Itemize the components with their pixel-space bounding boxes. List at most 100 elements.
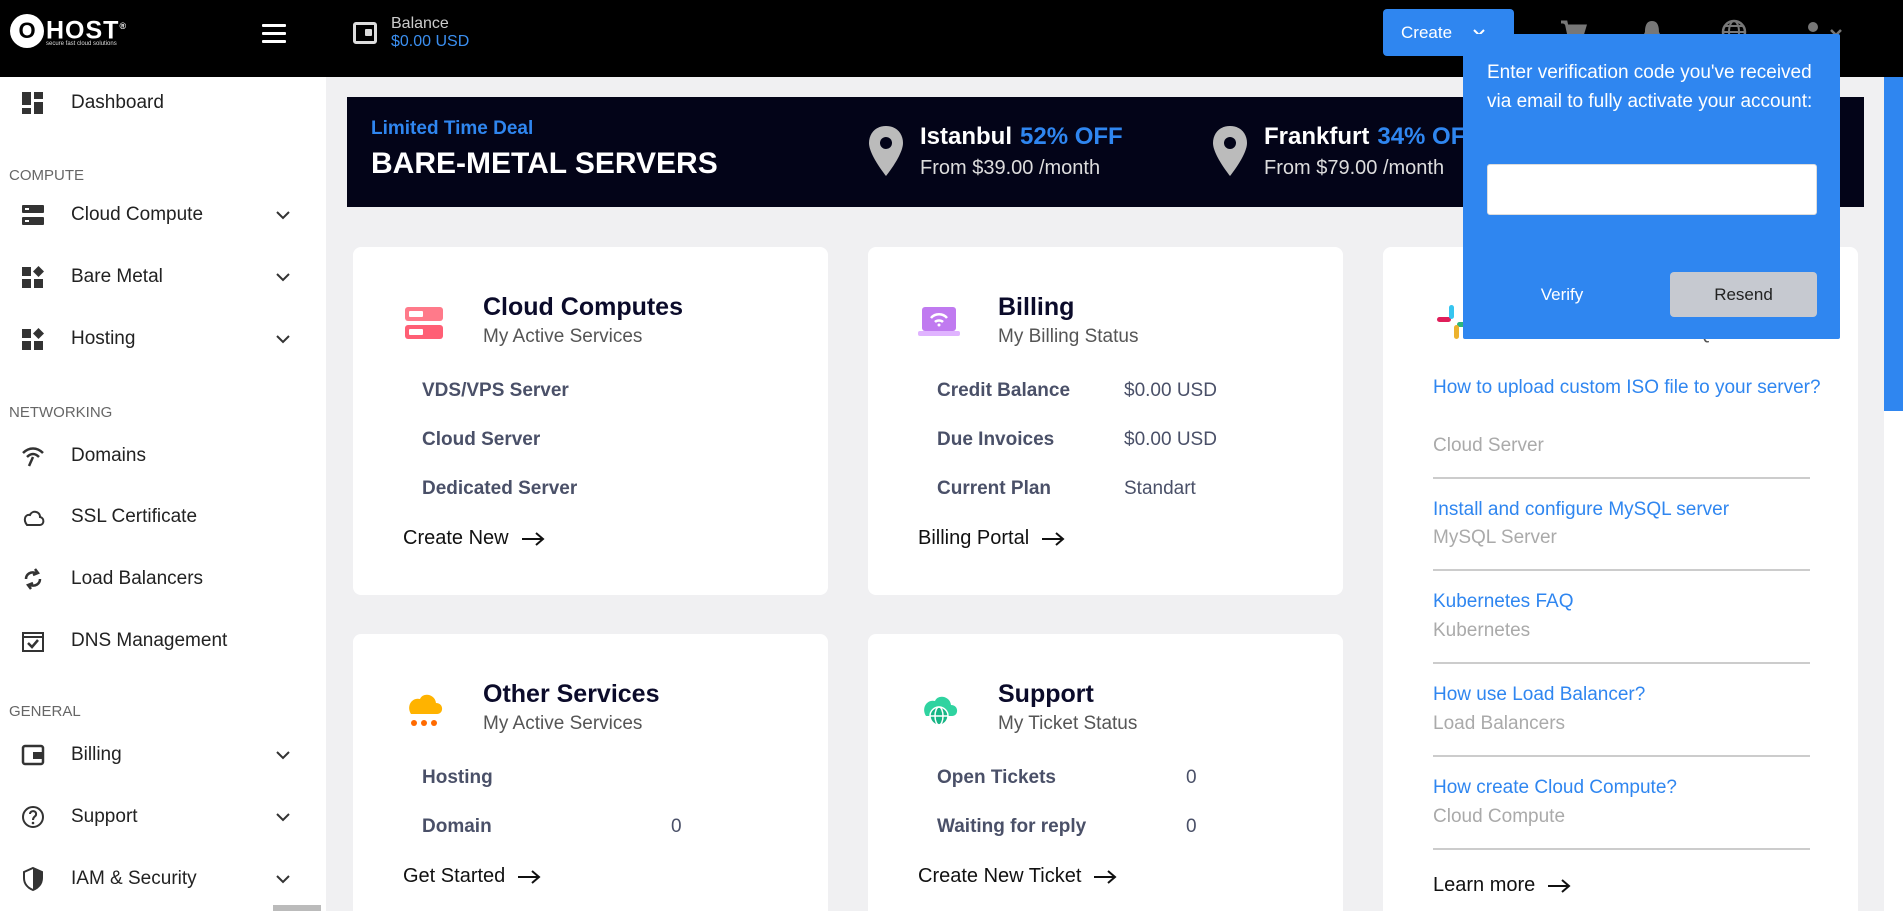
logo-mark: O <box>10 14 44 48</box>
wifi-tethering-icon <box>22 447 44 467</box>
checkbox-calendar-icon <box>22 632 44 652</box>
sync-icon <box>24 568 42 590</box>
sidebar-section-general: GENERAL <box>9 703 81 720</box>
billing-portal-link[interactable]: Billing Portal <box>918 527 1065 550</box>
logo-reg: ® <box>119 20 128 31</box>
card-subtitle: My Billing Status <box>998 326 1139 347</box>
server-stack-icon <box>405 307 443 339</box>
learn-more-link[interactable]: Learn more <box>1433 874 1571 897</box>
chevron-down-icon <box>276 813 290 822</box>
sidebar-label-support: Support <box>71 806 138 827</box>
arrow-right-icon <box>1042 531 1065 546</box>
faq-divider <box>1433 755 1810 757</box>
banner-price: From $79.00 /month <box>1264 157 1445 179</box>
other-services-card: Other Services My Active Services Hostin… <box>353 634 828 911</box>
sidebar-item-bare-metal[interactable]: Bare Metal <box>0 253 326 301</box>
chevron-down-icon <box>276 751 290 760</box>
create-new-link[interactable]: Create New <box>403 527 545 550</box>
billing-card: Billing My Billing Status Credit Balance… <box>868 247 1343 595</box>
service-link-vds-vps[interactable]: VDS/VPS Server <box>422 380 569 402</box>
hosting-label: Hosting <box>422 767 493 788</box>
faq-category: Load Balancers <box>1433 713 1566 734</box>
sidebar-item-billing[interactable]: Billing <box>0 731 326 779</box>
wallet-icon <box>353 22 377 44</box>
card-title: Billing <box>998 293 1075 321</box>
page-scrollbar-thumb[interactable] <box>1884 77 1903 411</box>
arrow-right-icon <box>1548 878 1571 893</box>
cloud-globe-icon <box>924 696 958 726</box>
sidebar-section-compute: COMPUTE <box>9 167 84 184</box>
due-invoices-value: $0.00 USD <box>1124 429 1217 450</box>
sidebar-item-cloud-compute[interactable]: Cloud Compute <box>0 191 326 239</box>
menu-toggle-icon[interactable] <box>262 24 286 44</box>
sidebar-label-iam: IAM & Security <box>71 868 197 889</box>
card-subtitle: My Active Services <box>483 713 643 734</box>
sidebar-item-ssl-certificate[interactable]: SSL Certificate <box>0 493 326 541</box>
create-new-label: Create New <box>403 527 509 549</box>
sidebar-label-dns: DNS Management <box>71 630 228 651</box>
arrow-right-icon <box>518 869 541 884</box>
faq-question[interactable]: Install and configure MySQL server <box>1433 496 1823 524</box>
banner-kicker: Limited Time Deal <box>371 118 534 139</box>
card-title: Cloud Computes <box>483 293 683 321</box>
service-link-cloud-server[interactable]: Cloud Server <box>422 429 540 451</box>
sidebar-label-dashboard: Dashboard <box>71 92 164 113</box>
verification-code-input[interactable] <box>1487 164 1817 215</box>
sidebar-label-hosting: Hosting <box>71 328 136 349</box>
wallet-icon <box>21 744 45 766</box>
chevron-down-icon <box>276 211 290 220</box>
faq-question[interactable]: How use Load Balancer? <box>1433 681 1823 709</box>
sidebar-item-iam-security[interactable]: IAM & Security <box>0 855 326 903</box>
sidebar-label-billing: Billing <box>71 744 122 765</box>
create-ticket-link[interactable]: Create New Ticket <box>918 865 1117 888</box>
learn-more-label: Learn more <box>1433 874 1536 896</box>
sidebar-label-domains: Domains <box>71 445 146 466</box>
faq-category: Kubernetes <box>1433 620 1531 641</box>
verify-button[interactable]: Verify <box>1487 272 1637 317</box>
verification-message: Enter verification code you've received … <box>1487 62 1813 112</box>
cloud-rain-icon <box>409 694 443 726</box>
banner-city: Frankfurt <box>1264 123 1370 150</box>
sidebar-scrollbar[interactable] <box>273 905 321 911</box>
banner-title: BARE-METAL SERVERS <box>371 147 718 180</box>
open-tickets-label: Open Tickets <box>937 767 1056 788</box>
card-title: Support <box>998 680 1094 708</box>
sidebar-item-support[interactable]: Support <box>0 793 326 841</box>
sidebar: Dashboard COMPUTE Cloud Compute Bare Met… <box>0 77 326 911</box>
balance-label: Balance <box>391 15 449 32</box>
current-plan-label: Current Plan <box>937 478 1052 499</box>
shield-icon <box>23 866 43 892</box>
arrow-right-icon <box>1094 869 1117 884</box>
credit-balance-label: Credit Balance <box>937 380 1071 401</box>
sidebar-item-hosting[interactable]: Hosting <box>0 315 326 363</box>
banner-discount: 52% OFF <box>1020 123 1123 150</box>
sidebar-item-load-balancers[interactable]: Load Balancers <box>0 555 326 603</box>
sidebar-item-dns-management[interactable]: DNS Management <box>0 617 326 665</box>
balance-amount: $0.00 USD <box>391 33 470 50</box>
faq-question[interactable]: Kubernetes FAQ <box>1433 588 1823 616</box>
waiting-reply-label: Waiting for reply <box>937 816 1087 837</box>
balance-widget[interactable]: Balance $0.00 USD <box>353 15 469 51</box>
chevron-down-icon <box>276 335 290 344</box>
get-started-link[interactable]: Get Started <box>403 865 541 888</box>
waiting-reply-count: 0 <box>1186 816 1197 837</box>
sidebar-item-domains[interactable]: Domains <box>0 432 326 480</box>
sidebar-item-dashboard[interactable]: Dashboard <box>0 79 326 127</box>
cloud-icon <box>23 510 45 526</box>
card-title: Other Services <box>483 680 660 708</box>
create-ticket-label: Create New Ticket <box>918 865 1082 887</box>
verification-popover: Enter verification code you've received … <box>1463 34 1840 339</box>
sidebar-label-cloud-compute: Cloud Compute <box>71 204 204 225</box>
faq-question[interactable]: How create Cloud Compute? <box>1433 774 1823 802</box>
logo[interactable]: O HOST® secure fast cloud solutions <box>10 14 127 48</box>
chevron-down-icon <box>276 273 290 282</box>
resend-button[interactable]: Resend <box>1670 272 1817 317</box>
cloud-computes-card: Cloud Computes My Active Services VDS/VP… <box>353 247 828 595</box>
server-icon <box>22 205 44 225</box>
faq-question[interactable]: How to upload custom ISO file to your se… <box>1433 374 1823 402</box>
service-link-dedicated-server[interactable]: Dedicated Server <box>422 478 577 500</box>
card-subtitle: My Ticket Status <box>998 713 1138 734</box>
logo-name: HOST <box>46 16 120 45</box>
faq-divider <box>1433 569 1810 571</box>
help-circle-icon <box>22 806 44 828</box>
